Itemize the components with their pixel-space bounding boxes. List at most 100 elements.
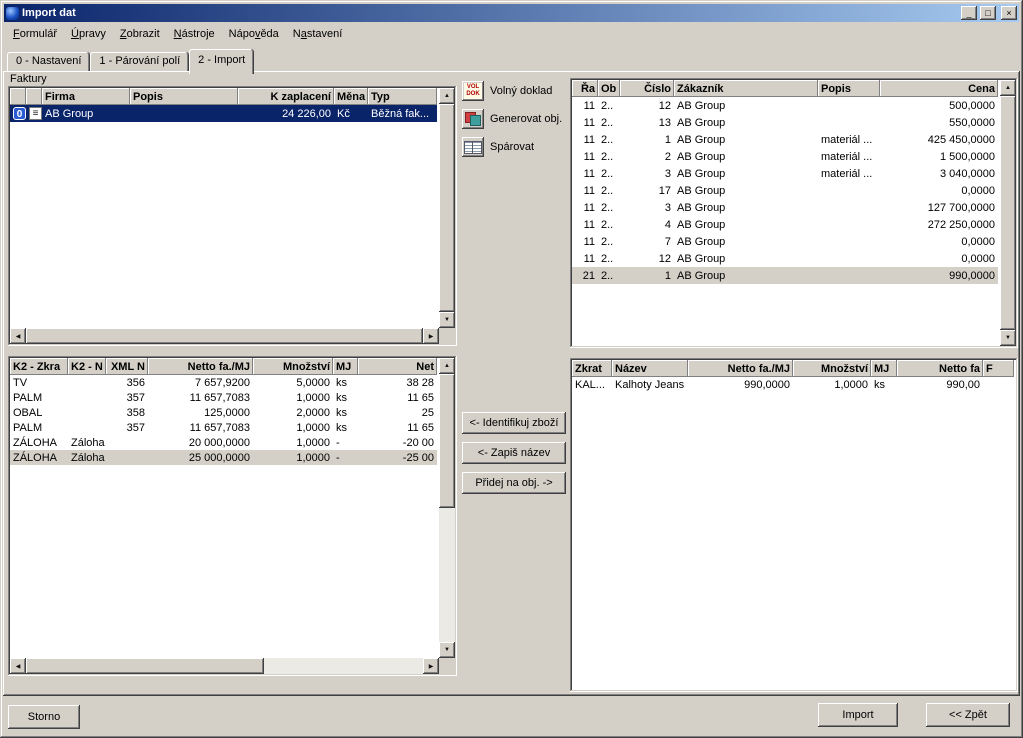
menu-item-napoveda[interactable]: Nápověda	[222, 25, 286, 43]
table-cell[interactable]: Kalhoty Jeans	[612, 377, 688, 393]
table-row[interactable]: KAL...Kalhoty Jeans990,00001,0000ks990,0…	[572, 377, 1014, 393]
column-header[interactable]: Firma	[42, 88, 130, 105]
table-cell[interactable]: 990,00	[897, 377, 983, 393]
table-cell[interactable]: 2..	[598, 250, 620, 267]
table-cell[interactable]: 2..	[598, 216, 620, 233]
table-cell[interactable]: 7	[620, 233, 674, 250]
table-cell[interactable]: Záloha	[68, 450, 106, 465]
table-cell[interactable]: 990,0000	[688, 377, 793, 393]
table-cell[interactable]: 1 500,0000	[880, 148, 998, 165]
column-header[interactable]: MJ	[333, 358, 358, 375]
column-header[interactable]: Netto fa./MJ	[148, 358, 253, 375]
table-cell[interactable]: 2,0000	[253, 405, 333, 420]
table-cell[interactable]: 2..	[598, 131, 620, 148]
table-row[interactable]: 112..1AB Groupmateriál ...425 450,0000	[572, 131, 998, 148]
table-cell[interactable]: 12	[620, 97, 674, 114]
table-row[interactable]: OBAL358125,00002,0000ks25	[10, 405, 437, 420]
table-cell[interactable]: 4	[620, 216, 674, 233]
k2-vertical-scrollbar[interactable]: ▲ ▼	[439, 358, 455, 658]
table-cell[interactable]: 17	[620, 182, 674, 199]
table-cell[interactable]: 11	[572, 114, 598, 131]
table-cell[interactable]: -	[333, 450, 358, 465]
storno-button[interactable]: Storno	[8, 705, 80, 729]
table-row[interactable]: ZÁLOHAZáloha25 000,00001,0000--25 00	[10, 450, 437, 465]
table-cell[interactable]: -25 00	[358, 450, 437, 465]
table-row[interactable]: 112..12AB Group0,0000	[572, 250, 998, 267]
table-cell[interactable]: ks	[333, 390, 358, 405]
table-cell[interactable]: materiál ...	[818, 131, 880, 148]
table-cell[interactable]: 21	[572, 267, 598, 284]
table-cell[interactable]	[68, 405, 106, 420]
table-cell[interactable]	[106, 450, 148, 465]
table-cell[interactable]: AB Group	[674, 199, 818, 216]
scroll-track[interactable]	[26, 328, 423, 344]
table-cell[interactable]	[818, 233, 880, 250]
table-cell[interactable]: 550,0000	[880, 114, 998, 131]
table-cell[interactable]: 13	[620, 114, 674, 131]
table-cell[interactable]: AB Group	[674, 131, 818, 148]
faktury-vertical-scrollbar[interactable]: ▲ ▼	[439, 88, 455, 328]
table-cell[interactable]: 990,0000	[880, 267, 998, 284]
table-cell[interactable]	[818, 97, 880, 114]
table-cell[interactable]: 0,0000	[880, 250, 998, 267]
table-cell[interactable]: Záloha	[68, 435, 106, 450]
table-cell[interactable]: 2..	[598, 182, 620, 199]
table-cell[interactable]: PALM	[10, 390, 68, 405]
table-cell[interactable]: 1,0000	[793, 377, 871, 393]
table-cell[interactable]	[818, 267, 880, 284]
table-cell[interactable]: AB Group	[674, 267, 818, 284]
table-cell[interactable]: AB Group	[674, 114, 818, 131]
table-cell[interactable]: 3 040,0000	[880, 165, 998, 182]
table-cell[interactable]: 38 28	[358, 375, 437, 390]
scroll-right-button[interactable]: ▶	[423, 328, 439, 344]
scroll-thumb[interactable]	[26, 658, 264, 674]
faktury-horizontal-scrollbar[interactable]: ◀ ▶	[10, 328, 439, 344]
scroll-track[interactable]	[439, 374, 455, 642]
table-row[interactable]: 112..3AB Groupmateriál ...3 040,0000	[572, 165, 998, 182]
column-header[interactable]: Řa	[572, 80, 598, 97]
column-header[interactable]: Množství	[253, 358, 333, 375]
table-cell[interactable]: 2..	[598, 114, 620, 131]
table-cell[interactable]: Běžná fak...	[368, 105, 437, 122]
table-cell[interactable]: 356	[106, 375, 148, 390]
table-cell[interactable]: 3	[620, 165, 674, 182]
table-cell[interactable]: 24 226,00	[238, 105, 334, 122]
table-cell[interactable]: 1,0000	[253, 450, 333, 465]
table-cell[interactable]	[130, 105, 238, 122]
table-cell[interactable]: 11	[572, 148, 598, 165]
column-header[interactable]: Měna	[334, 88, 368, 105]
table-cell[interactable]: ks	[333, 375, 358, 390]
table-cell[interactable]: 1	[620, 131, 674, 148]
tool-generovat-obj[interactable]: Generovat obj.	[462, 107, 566, 131]
table-cell[interactable]: 425 450,0000	[880, 131, 998, 148]
table-row[interactable]: ZÁLOHAZáloha20 000,00001,0000--20 00	[10, 435, 437, 450]
table-cell[interactable]	[68, 420, 106, 435]
scroll-up-button[interactable]: ▲	[1000, 80, 1016, 96]
column-header[interactable]: Netto fa	[897, 360, 983, 377]
table-cell[interactable]: materiál ...	[818, 148, 880, 165]
orders-vertical-scrollbar[interactable]: ▲ ▼	[1000, 80, 1016, 346]
scroll-up-button[interactable]: ▲	[439, 88, 455, 104]
table-cell[interactable]: 11	[572, 165, 598, 182]
table-cell[interactable]: OBAL	[10, 405, 68, 420]
table-cell[interactable]	[818, 114, 880, 131]
table-cell[interactable]: AB Group	[674, 97, 818, 114]
scroll-left-button[interactable]: ◀	[10, 658, 26, 674]
column-header[interactable]: XML N	[106, 358, 148, 375]
column-header[interactable]	[26, 88, 42, 105]
column-header[interactable]: Ob	[598, 80, 620, 97]
scroll-thumb[interactable]	[439, 104, 455, 312]
scroll-left-button[interactable]: ◀	[10, 328, 26, 344]
table-cell[interactable]: ≡	[26, 105, 42, 122]
table-cell[interactable]: 1,0000	[253, 435, 333, 450]
table-cell[interactable]: 11	[572, 199, 598, 216]
menu-item-zobrazit[interactable]: Zobrazit	[113, 25, 167, 43]
table-cell[interactable]: 11	[572, 182, 598, 199]
table-cell[interactable]: -20 00	[358, 435, 437, 450]
table-cell[interactable]: 3	[620, 199, 674, 216]
k2-horizontal-scrollbar[interactable]: ◀ ▶	[10, 658, 439, 674]
table-cell[interactable]: 0,0000	[880, 233, 998, 250]
table-cell[interactable]	[818, 182, 880, 199]
table-row[interactable]: 112..13AB Group 550,0000	[572, 114, 998, 131]
scroll-right-button[interactable]: ▶	[423, 658, 439, 674]
